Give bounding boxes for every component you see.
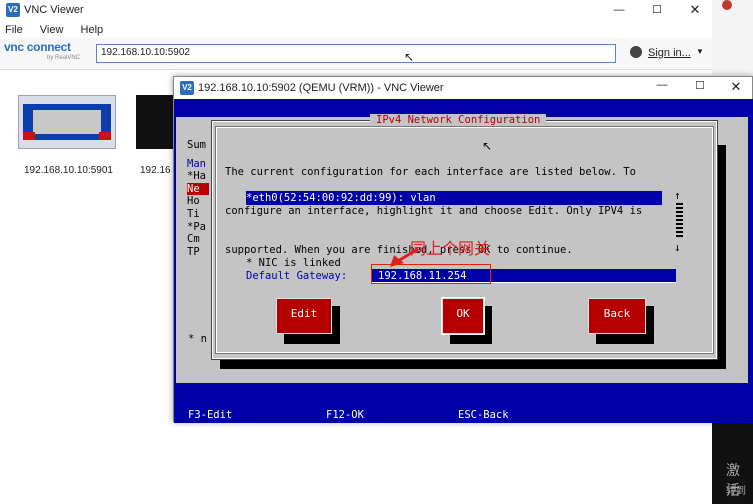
inner-maximize-button[interactable]: ☐ (690, 79, 710, 97)
desc-line-1: The current configuration for each inter… (225, 166, 636, 178)
left-pane-footer: * n (188, 333, 207, 345)
user-icon[interactable] (630, 46, 642, 58)
left-item-ha: *Ha (187, 170, 206, 183)
sign-in-link[interactable]: Sign in... (648, 47, 691, 59)
thumbnail-2-label: 192.16 (140, 165, 171, 176)
thumbnail-1-label: 192.168.10.10:5901 (24, 165, 113, 176)
mouse-cursor-icon: ↖ (404, 50, 415, 64)
left-item-sum: Sum (187, 139, 206, 151)
inner-app-logo-icon: V2 (180, 81, 194, 95)
left-item-tp: TP (187, 245, 200, 258)
ok-button[interactable]: OK (441, 297, 485, 335)
brand-logo: vnc connect (4, 40, 71, 54)
goto-text: 转到 (726, 486, 746, 497)
minimize-button[interactable]: — (608, 0, 630, 20)
window-title: VNC Viewer (24, 4, 84, 16)
left-item-ho: Ho (187, 195, 200, 208)
left-item-cm: Cm (187, 233, 200, 246)
interface-list-item-label: *eth0(52:54:00:92:dd:99): vlan (246, 192, 436, 204)
menu-help[interactable]: Help (81, 24, 104, 36)
gateway-label: Default Gateway: (246, 270, 348, 282)
menu-file[interactable]: File (5, 24, 23, 36)
thumbnail-2[interactable] (136, 95, 176, 149)
inner-minimize-button[interactable]: — (652, 79, 672, 97)
left-item-ne: Ne (187, 182, 209, 196)
chevron-down-icon[interactable]: ▼ (696, 47, 704, 56)
left-pane-menu: Sum Man *Ha Ne Ho Ti *Pa Cm TP (187, 139, 209, 258)
inner-vnc-window: V2 192.168.10.10:5902 (QEMU (VRM)) - VNC… (173, 76, 753, 423)
left-item-pa: *Pa (187, 220, 206, 233)
desc-line-2: configure an interface, highlight it and… (225, 205, 643, 217)
back-button[interactable]: Back (588, 298, 646, 334)
menu-bar: File View Help (5, 24, 117, 36)
dialog-title: IPv4 Network Configuration (370, 114, 547, 126)
menu-view[interactable]: View (40, 24, 64, 36)
annotation-arrow-icon (390, 247, 419, 267)
remote-screen[interactable]: Sum Man *Ha Ne Ho Ti *Pa Cm TP * n IPv4 … (174, 99, 753, 423)
left-item-ti: Ti (187, 207, 200, 220)
thumbnail-1[interactable] (18, 95, 116, 149)
scroll-up-arrow-icon[interactable]: ↑ (674, 189, 681, 202)
footer-esc: ESC-Back (458, 409, 509, 421)
interface-list-item[interactable]: *eth0(52:54:00:92:dd:99): vlan (246, 191, 662, 205)
brand-subtitle: by RealVNC (47, 55, 81, 61)
nic-status: * NIC is linked (246, 257, 341, 269)
app-logo-icon: V2 (6, 3, 20, 17)
footer-f3: F3-Edit (188, 409, 233, 421)
edit-button[interactable]: Edit (276, 298, 332, 334)
footer-f12: F12-OK (326, 409, 364, 421)
inner-window-title: 192.168.10.10:5902 (QEMU (VRM)) - VNC Vi… (198, 82, 444, 94)
inner-close-button[interactable]: ✕ (726, 79, 746, 97)
scrollbar-track[interactable] (676, 203, 683, 239)
scroll-down-arrow-icon[interactable]: ↓ (674, 241, 681, 254)
left-item-man: Man (187, 157, 206, 170)
address-input[interactable]: 192.168.10.10:5902 (96, 44, 616, 63)
close-button[interactable]: ✕ (684, 0, 706, 20)
text-cursor-icon: ↖ (482, 139, 493, 153)
maximize-button[interactable]: ☐ (646, 0, 668, 20)
